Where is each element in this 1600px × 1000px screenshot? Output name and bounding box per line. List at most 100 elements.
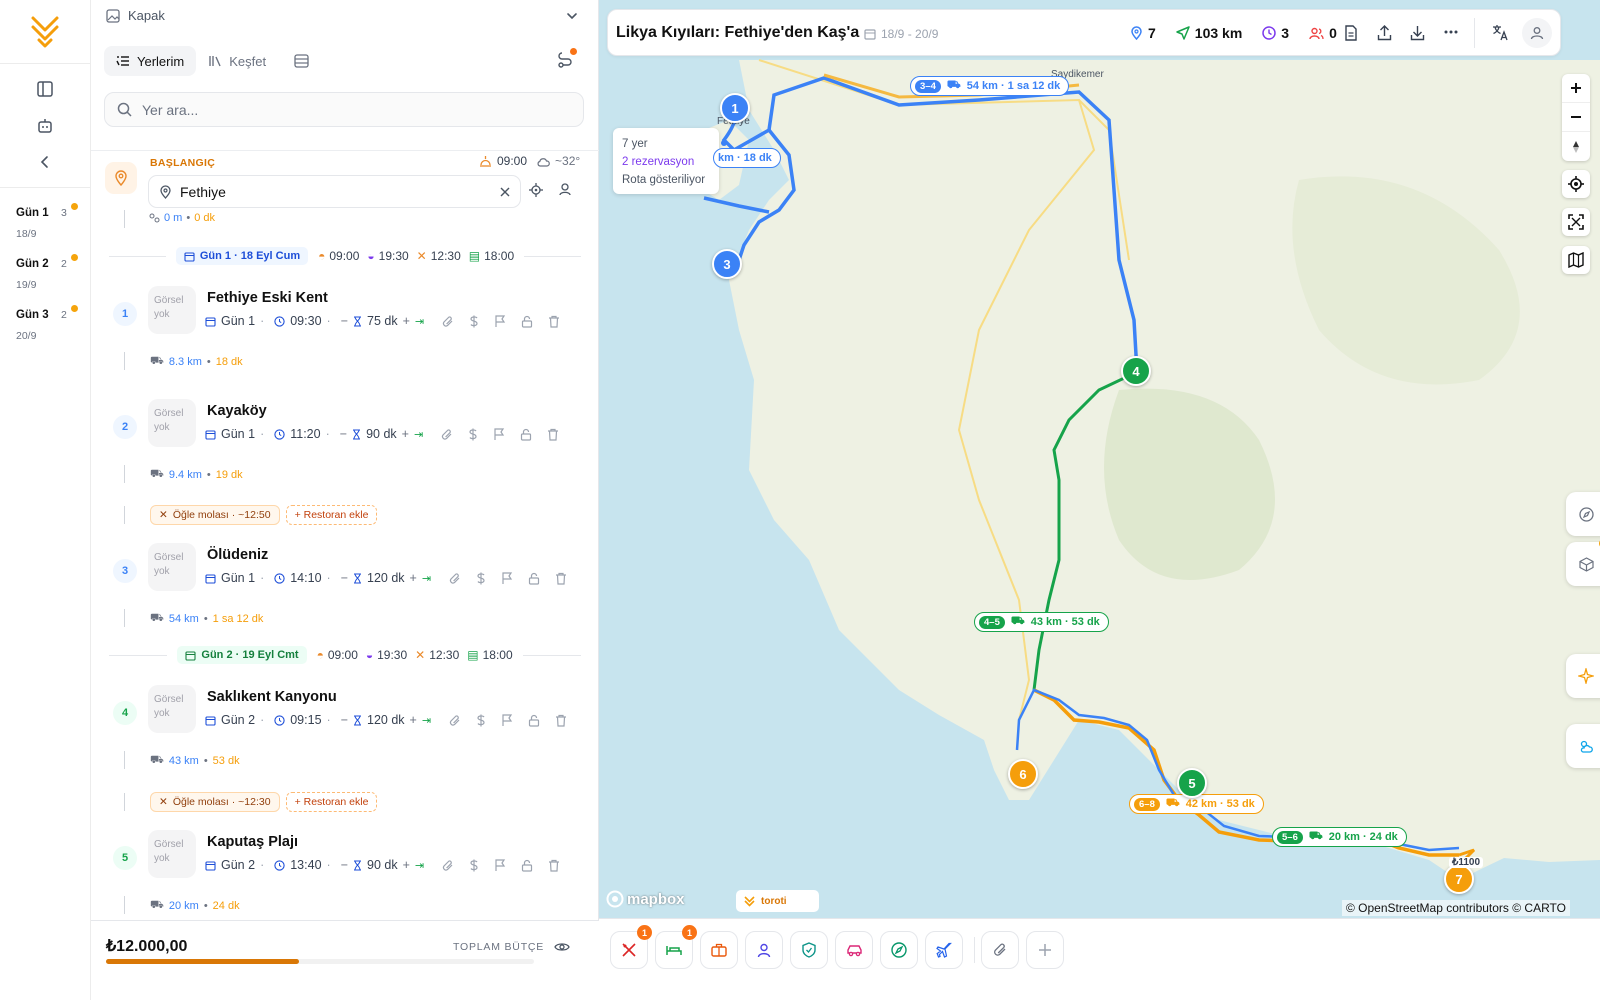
hotel-pin-icon[interactable] [558, 182, 572, 196]
start-location-field[interactable]: Fethiye [148, 175, 521, 208]
stop-day-select[interactable]: Gün 1 · [205, 427, 264, 441]
route-label-5-6[interactable]: 5–6 ⛟ 20 km · 24 dk [1272, 827, 1407, 847]
flag-icon[interactable] [501, 713, 513, 727]
stop-day-select[interactable]: Gün 1 · [205, 314, 264, 328]
move-icon[interactable]: ⇥ [415, 315, 424, 328]
lunch-chip[interactable]: ✕ Öğle molası · ~12:30 [150, 792, 280, 812]
compass-button[interactable] [1562, 132, 1590, 161]
map-marker-6[interactable]: 6 [1008, 759, 1038, 789]
flights-button[interactable] [925, 931, 963, 969]
hotels-button[interactable]: 1 [655, 925, 697, 969]
attachment-icon[interactable] [442, 315, 454, 328]
stop-name[interactable]: Kaputaş Plajı [207, 834, 298, 850]
translate-icon[interactable] [1492, 24, 1509, 41]
flag-icon[interactable] [494, 314, 506, 328]
route-label-1-2[interactable]: km · 18 dk [713, 148, 781, 168]
decrease-button[interactable]: − [341, 713, 348, 727]
route-map[interactable]: Fethiye Saydikemer 7 yer 2 rezervasyon R… [599, 0, 1600, 1000]
navigate-side-button[interactable] [1566, 492, 1600, 536]
stop-name[interactable]: Ölüdeniz [207, 547, 268, 563]
trip-title[interactable]: Likya Kıyıları: Fethiye'den Kaş'a [616, 24, 859, 42]
attachments-button[interactable] [981, 931, 1019, 969]
tab-places[interactable]: Yerlerim [104, 46, 197, 76]
eye-icon[interactable] [554, 941, 570, 953]
trash-icon[interactable] [548, 315, 560, 328]
map-style-button[interactable] [1562, 246, 1590, 274]
duration-stepper[interactable]: −120 dk + ⇥ [341, 713, 431, 727]
stop-row[interactable]: 4 Görsel yok Saklıkent Kanyonu Gün 2 · 09:15 ·… [91, 681, 599, 791]
lock-icon[interactable] [521, 315, 533, 328]
decrease-button[interactable]: − [341, 314, 348, 328]
stop-row[interactable]: 1 Görsel yok Fethiye Eski Kent Gün 1 · 09:30 ·… [91, 282, 599, 392]
stop-name[interactable]: Saklıkent Kanyonu [207, 689, 337, 705]
collapse-chevron-icon[interactable] [38, 155, 52, 169]
day-pill[interactable]: Gün 2 · 19 Eyl Cmt [177, 646, 307, 664]
decrease-button[interactable]: − [341, 858, 348, 872]
increase-button[interactable]: + [403, 858, 410, 872]
lock-icon[interactable] [520, 428, 532, 441]
map-marker-5[interactable]: 5 [1177, 768, 1207, 798]
map-attribution[interactable]: © OpenStreetMap contributors © CARTO [1342, 900, 1570, 916]
flag-icon[interactable] [501, 571, 513, 585]
stop-day-select[interactable]: Gün 2 · [205, 858, 264, 872]
clear-icon[interactable] [500, 187, 510, 197]
stop-row[interactable]: 3 Görsel yok Ölüdeniz Gün 1 · 14:10 · −120 dk + ⇥… [91, 539, 599, 649]
tab-explore[interactable]: Keşfet [196, 46, 278, 76]
rail-day-3[interactable]: Gün 3 20/9 2 [16, 305, 78, 342]
stop-time-input[interactable]: 11:20 · [274, 427, 330, 441]
app-logo[interactable] [29, 14, 61, 48]
stop-time-input[interactable]: 09:30 · [274, 314, 331, 328]
attachment-icon[interactable] [449, 714, 461, 727]
dollar-icon[interactable] [476, 572, 486, 585]
attachment-icon[interactable] [449, 572, 461, 585]
car-rental-button[interactable] [835, 931, 873, 969]
dollar-icon[interactable] [476, 714, 486, 727]
stop-day-select[interactable]: Gün 1 · [205, 571, 264, 585]
increase-button[interactable]: + [410, 713, 417, 727]
duration-stepper[interactable]: −90 dk + ⇥ [340, 427, 423, 441]
fit-bounds-button[interactable] [1562, 208, 1590, 236]
sidebar-toggle-icon[interactable] [36, 80, 54, 98]
trash-icon[interactable] [548, 859, 560, 872]
stop-time-input[interactable]: 13:40 · [274, 858, 331, 872]
add-restaurant-button[interactable]: + Restoran ekle [285, 792, 378, 812]
map-marker-1[interactable]: 1 [720, 93, 750, 123]
attachment-icon[interactable] [442, 859, 454, 872]
flag-icon[interactable] [494, 858, 506, 872]
stop-row[interactable]: 2 Görsel yok Kayaköy Gün 1 · 11:20 · −90 dk + ⇥ ⛟ 9… [91, 395, 599, 505]
document-icon[interactable] [1344, 25, 1358, 41]
cover-toggle[interactable]: Kapak [106, 8, 165, 23]
luggage-button[interactable] [700, 931, 738, 969]
table-view-button[interactable] [282, 46, 321, 76]
geolocate-button[interactable] [1562, 170, 1590, 198]
route-settings-icon[interactable] [556, 48, 577, 70]
download-icon[interactable] [1410, 25, 1425, 41]
attachment-icon[interactable] [441, 428, 453, 441]
route-label-4-5[interactable]: 4–5 ⛟ 43 km · 53 dk [974, 612, 1109, 632]
packages-side-button[interactable] [1566, 539, 1600, 586]
increase-button[interactable]: + [403, 314, 410, 328]
move-icon[interactable]: ⇥ [422, 572, 431, 585]
lunch-chip[interactable]: ✕ Öğle molası · ~12:50 [150, 505, 280, 525]
lock-icon[interactable] [528, 572, 540, 585]
explore-button[interactable] [880, 931, 918, 969]
stop-time-input[interactable]: 09:15 · [274, 713, 331, 727]
chevron-down-icon[interactable] [565, 9, 579, 23]
locate-me-icon[interactable] [529, 183, 543, 197]
weather-side-button[interactable] [1566, 724, 1600, 768]
stop-time-input[interactable]: 14:10 · [274, 571, 331, 585]
trash-icon[interactable] [555, 572, 567, 585]
stop-name[interactable]: Fethiye Eski Kent [207, 290, 328, 306]
duration-stepper[interactable]: −120 dk + ⇥ [341, 571, 431, 585]
share-icon[interactable] [1377, 25, 1392, 41]
stop-day-select[interactable]: Gün 2 · [205, 713, 264, 727]
duration-stepper[interactable]: −75 dk + ⇥ [341, 314, 424, 328]
zoom-in-button[interactable] [1562, 74, 1590, 103]
stop-name[interactable]: Kayaköy [207, 403, 267, 419]
trash-icon[interactable] [555, 714, 567, 727]
increase-button[interactable]: + [402, 427, 409, 441]
dollar-icon[interactable] [469, 859, 479, 872]
map-marker-3[interactable]: 3 [712, 249, 742, 279]
insurance-button[interactable] [790, 931, 828, 969]
dollar-icon[interactable] [469, 315, 479, 328]
